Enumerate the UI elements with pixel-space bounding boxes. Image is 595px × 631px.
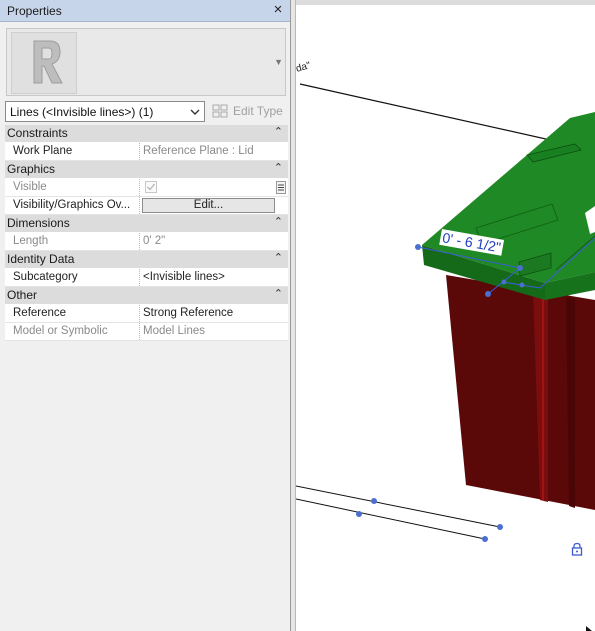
type-selector-dropdown[interactable]: Lines (<Invisible lines>) (1) <box>5 101 205 122</box>
grip-point[interactable] <box>415 244 421 250</box>
collapse-icon[interactable]: ⌃ <box>274 251 283 264</box>
revit-logo-icon <box>11 32 77 94</box>
edit-type-label: Edit Type <box>233 104 283 118</box>
row-length: Length 0' 2" <box>5 233 288 251</box>
type-selector-value: Lines (<Invisible lines>) (1) <box>10 105 154 119</box>
row-label: Visible <box>5 179 140 196</box>
chevron-down-icon[interactable]: ▼ <box>274 57 283 67</box>
properties-grid: Constraints ⌃ Work Plane Reference Plane… <box>5 125 288 341</box>
section-label: Dimensions <box>7 216 70 230</box>
row-value: Model Lines <box>143 325 206 337</box>
row-value: 0' 2" <box>143 235 166 247</box>
row-visible: Visible <box>5 179 288 197</box>
grip-point[interactable] <box>371 498 377 504</box>
row-label: Reference <box>5 305 140 322</box>
type-preview: ▼ <box>6 28 286 96</box>
section-identity-data[interactable]: Identity Data ⌃ <box>5 251 288 269</box>
close-icon[interactable]: × <box>270 2 286 18</box>
3d-model-drawing <box>296 83 595 631</box>
vg-edit-button[interactable]: Edit... <box>142 198 275 213</box>
collapse-icon[interactable]: ⌃ <box>274 215 283 228</box>
grip-point[interactable] <box>485 291 491 297</box>
section-constraints[interactable]: Constraints ⌃ <box>5 125 288 143</box>
reference-value[interactable]: Strong Reference <box>141 305 278 322</box>
collapse-icon[interactable]: ⌃ <box>274 125 283 138</box>
row-label: Model or Symbolic <box>5 323 140 340</box>
grip-point[interactable] <box>517 265 523 271</box>
subcategory-value[interactable]: <Invisible lines> <box>141 269 278 286</box>
section-other[interactable]: Other ⌃ <box>5 287 288 305</box>
grip-point[interactable] <box>497 524 503 530</box>
section-label: Constraints <box>7 126 68 140</box>
grip-point[interactable] <box>501 279 507 285</box>
viewport-top-border <box>296 0 595 5</box>
checkmark-icon <box>147 183 156 191</box>
section-label: Other <box>7 288 38 302</box>
properties-panel: Properties × ▼ Lines (<Invisible lines>)… <box>0 0 291 631</box>
properties-title: Properties <box>7 4 62 18</box>
visible-checkbox[interactable] <box>145 181 157 193</box>
collapse-icon[interactable]: ⌃ <box>274 287 283 300</box>
row-label: Work Plane <box>5 143 140 160</box>
section-label: Graphics <box>7 162 56 176</box>
row-label: Visibility/Graphics Ov... <box>5 197 140 214</box>
section-label: Identity Data <box>7 252 75 266</box>
row-subcategory[interactable]: Subcategory <Invisible lines> <box>5 269 288 287</box>
row-reference[interactable]: Reference Strong Reference <box>5 305 288 323</box>
chevron-down-icon <box>190 109 200 115</box>
row-vg-overrides: Visibility/Graphics Ov... Edit... <box>5 197 288 215</box>
grip-point[interactable] <box>519 282 525 288</box>
row-value: Reference Plane : Lid <box>143 145 254 157</box>
3d-view-canvas[interactable] <box>296 0 595 631</box>
lock-icon[interactable] <box>570 542 584 556</box>
properties-title-bar: Properties × <box>0 0 290 22</box>
grip-point[interactable] <box>356 511 362 517</box>
edit-type-button[interactable]: Edit Type <box>211 101 287 122</box>
parameter-icon <box>278 184 284 191</box>
row-label: Length <box>5 233 140 250</box>
row-model-or-symbolic: Model or Symbolic Model Lines <box>5 323 288 341</box>
grip-point[interactable] <box>482 536 488 542</box>
collapse-icon[interactable]: ⌃ <box>274 161 283 174</box>
section-graphics[interactable]: Graphics ⌃ <box>5 161 288 179</box>
section-dimensions[interactable]: Dimensions ⌃ <box>5 215 288 233</box>
cursor-icon <box>586 626 592 631</box>
edit-type-icon <box>212 104 228 118</box>
row-label: Subcategory <box>5 269 140 286</box>
row-work-plane: Work Plane Reference Plane : Lid <box>5 143 288 161</box>
associate-parameter-button[interactable] <box>276 181 286 194</box>
